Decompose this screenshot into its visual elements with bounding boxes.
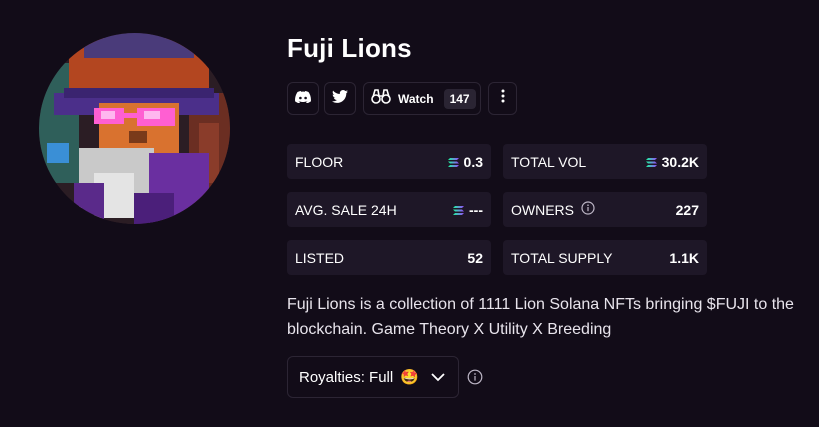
stat-avg-sale-value: --- bbox=[469, 201, 483, 218]
stat-floor-value: 0.3 bbox=[463, 153, 483, 170]
watch-button[interactable]: Watch 147 bbox=[363, 82, 481, 115]
stat-owners: OWNERS 227 bbox=[503, 192, 707, 227]
discord-icon bbox=[295, 90, 311, 108]
twitter-button[interactable] bbox=[324, 82, 356, 115]
collection-avatar bbox=[39, 33, 230, 224]
stat-total-vol-value: 30.2K bbox=[661, 153, 699, 170]
stat-total-supply: TOTAL SUPPLY 1.1K bbox=[503, 240, 707, 275]
stat-total-vol-label: TOTAL VOL bbox=[511, 153, 587, 170]
stat-listed-label: LISTED bbox=[295, 249, 345, 266]
solana-icon bbox=[453, 202, 464, 218]
discord-button[interactable] bbox=[287, 82, 319, 115]
info-icon[interactable] bbox=[581, 201, 595, 218]
stat-floor: FLOOR 0.3 bbox=[287, 144, 491, 179]
stat-listed-value: 52 bbox=[467, 249, 483, 266]
royalties-dropdown[interactable]: Royalties: Full 🤩 bbox=[287, 356, 459, 398]
stat-owners-label: OWNERS bbox=[511, 201, 574, 218]
stat-floor-label: FLOOR bbox=[295, 153, 344, 170]
collection-title: Fuji Lions bbox=[287, 33, 412, 63]
twitter-icon bbox=[332, 89, 348, 108]
star-struck-emoji: 🤩 bbox=[400, 369, 419, 386]
collection-description: Fuji Lions is a collection of 1111 Lion … bbox=[287, 296, 794, 338]
solana-icon bbox=[645, 154, 657, 170]
royalties-label: Royalties: Full bbox=[299, 368, 394, 386]
stat-total-supply-label: TOTAL SUPPLY bbox=[511, 249, 613, 266]
stat-total-vol: TOTAL VOL 30.2K bbox=[503, 144, 707, 179]
more-vertical-icon bbox=[501, 89, 505, 108]
binoculars-icon bbox=[371, 88, 391, 109]
solana-icon bbox=[447, 154, 459, 170]
watch-count-badge: 147 bbox=[443, 88, 476, 109]
royalties-info-icon[interactable] bbox=[467, 369, 483, 390]
stat-listed: LISTED 52 bbox=[287, 240, 491, 275]
chevron-down-icon bbox=[431, 369, 445, 386]
stat-avg-sale: AVG. SALE 24H --- bbox=[287, 192, 491, 227]
stat-total-supply-value: 1.1K bbox=[669, 249, 699, 266]
watch-label: Watch bbox=[398, 91, 434, 106]
stat-owners-value: 227 bbox=[675, 201, 699, 218]
more-options-button[interactable] bbox=[488, 82, 517, 115]
stat-avg-sale-label: AVG. SALE 24H bbox=[295, 201, 397, 218]
